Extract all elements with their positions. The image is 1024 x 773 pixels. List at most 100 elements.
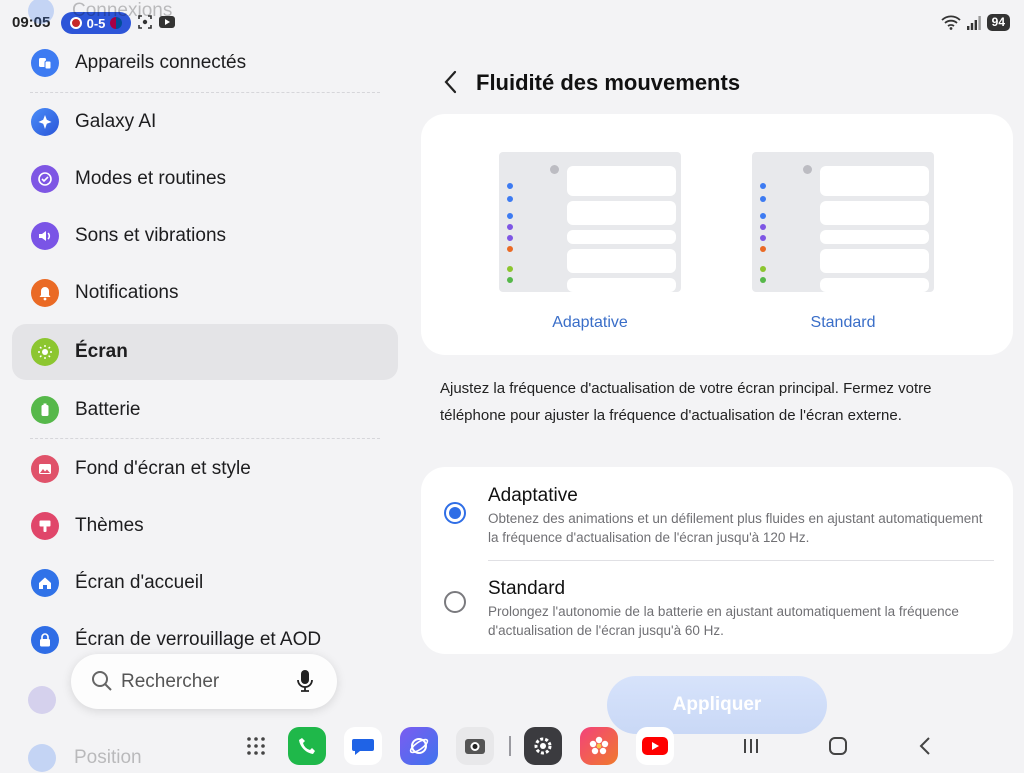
list-card: [567, 166, 676, 196]
option-description: Prolongez l'autonomie de la batterie en …: [488, 604, 959, 638]
settings-item-label: Galaxy AI: [75, 111, 157, 132]
taskbar-divider: [509, 736, 511, 756]
apps-grid-icon[interactable]: [237, 727, 275, 765]
settings-item-label: Écran: [75, 341, 128, 362]
settings-item-label: Modes et routines: [75, 168, 227, 189]
dot: [760, 224, 766, 230]
dot: [507, 235, 513, 241]
avatar-icon: [550, 165, 559, 174]
wifi-settings-icon: [28, 0, 54, 24]
wallpaper-icon: [31, 455, 59, 483]
home-icon: [31, 569, 59, 597]
settings-item-sounds[interactable]: Sons et vibrations: [12, 208, 398, 264]
dot: [760, 235, 766, 241]
dot: [760, 277, 766, 283]
settings-item-display[interactable]: Écran: [12, 324, 398, 380]
youtube-app-icon[interactable]: [636, 727, 674, 765]
refresh-rate-options: Adaptative Obtenez des animations et un …: [421, 467, 1013, 654]
sound-icon: [31, 222, 59, 250]
dot: [760, 266, 766, 272]
settings-item-label: Thèmes: [75, 515, 144, 536]
phone-app-icon[interactable]: [288, 727, 326, 765]
settings-item-label: Notifications: [75, 282, 179, 303]
settings-item-connections[interactable]: Connexions: [28, 0, 172, 24]
dot: [760, 213, 766, 219]
search-icon: [92, 671, 112, 691]
settings-item-notifications[interactable]: Notifications: [12, 265, 398, 321]
settings-item-security[interactable]: [28, 686, 56, 714]
option-standard[interactable]: Standard Prolongez l'autonomie de la bat…: [421, 561, 1013, 654]
list-card: [820, 230, 929, 244]
settings-item-label: Connexions: [72, 0, 173, 21]
list-card: [820, 201, 929, 225]
dot: [507, 183, 513, 189]
bell-icon: [31, 279, 59, 307]
sun-icon: [31, 338, 59, 366]
signal-icon: [966, 15, 981, 30]
dot: [507, 224, 513, 230]
dot: [507, 246, 513, 252]
settings-item-galaxy-ai[interactable]: Galaxy AI: [12, 94, 398, 150]
option-title: Standard: [488, 578, 566, 599]
home-nav-icon[interactable]: [819, 727, 857, 765]
list-card: [567, 278, 676, 292]
refresh-rate-description: Ajustez la fréquence d'actualisation de …: [440, 380, 932, 424]
motion-preview-card: Adaptative Standard: [421, 114, 1013, 355]
standard-preview-label[interactable]: Standard: [752, 314, 934, 332]
recents-icon[interactable]: [732, 727, 770, 765]
back-nav-icon[interactable]: [906, 727, 944, 765]
radio-adaptive[interactable]: [444, 502, 466, 524]
back-button[interactable]: [438, 68, 462, 96]
settings-item-wallpaper[interactable]: Fond d'écran et style: [12, 441, 398, 497]
page-title: Fluidité des mouvements: [476, 70, 741, 95]
connected-devices-icon: [31, 49, 59, 77]
list-card: [820, 278, 929, 292]
divider: [30, 92, 380, 93]
settings-item-label: Écran d'accueil: [75, 572, 204, 593]
divider: [30, 438, 380, 439]
settings-item-home-screen[interactable]: Écran d'accueil: [12, 555, 398, 611]
camera-app-icon[interactable]: [456, 727, 494, 765]
microphone-icon[interactable]: [297, 669, 313, 693]
settings-item-battery[interactable]: Batterie: [12, 382, 398, 438]
settings-list: Connexions Appareils connectés Galaxy AI…: [0, 0, 410, 773]
adaptive-preview-label[interactable]: Adaptative: [499, 314, 681, 332]
settings-item-modes-routines[interactable]: Modes et routines: [12, 151, 398, 207]
dot: [507, 213, 513, 219]
battery-icon: [31, 396, 59, 424]
list-card: [567, 230, 676, 244]
avatar-icon: [803, 165, 812, 174]
modes-routines-icon: [31, 165, 59, 193]
radio-standard[interactable]: [444, 591, 466, 613]
gallery-app-icon[interactable]: [580, 727, 618, 765]
battery-level: 94: [986, 14, 1010, 31]
dot: [507, 266, 513, 272]
galaxy-ai-icon: [31, 108, 59, 136]
search-input[interactable]: Rechercher: [121, 671, 219, 693]
settings-item-label: Appareils connectés: [75, 52, 247, 73]
settings-item-label: Fond d'écran et style: [75, 458, 251, 479]
internet-app-icon[interactable]: [400, 727, 438, 765]
settings-item-label: Batterie: [75, 399, 141, 420]
chevron-left-icon: [444, 70, 457, 94]
option-title: Adaptative: [488, 485, 578, 506]
lock-icon: [31, 626, 59, 654]
adaptive-preview-image[interactable]: [499, 152, 681, 292]
settings-app-icon[interactable]: [524, 727, 562, 765]
dot: [760, 183, 766, 189]
option-description: Obtenez des animations et un défilement …: [488, 511, 983, 545]
shield-icon: [28, 686, 56, 714]
taskbar: [0, 722, 1024, 773]
search-bar[interactable]: Rechercher: [71, 654, 337, 709]
themes-icon: [31, 512, 59, 540]
settings-item-connected-devices[interactable]: Appareils connectés: [12, 35, 398, 91]
messages-app-icon[interactable]: [344, 727, 382, 765]
dot: [507, 277, 513, 283]
dot: [760, 196, 766, 202]
wifi-icon: [941, 15, 961, 30]
standard-preview-image[interactable]: [752, 152, 934, 292]
option-adaptive[interactable]: Adaptative Obtenez des animations et un …: [421, 467, 1013, 560]
settings-item-themes[interactable]: Thèmes: [12, 498, 398, 554]
settings-item-label: Sons et vibrations: [75, 225, 227, 246]
dot: [507, 196, 513, 202]
